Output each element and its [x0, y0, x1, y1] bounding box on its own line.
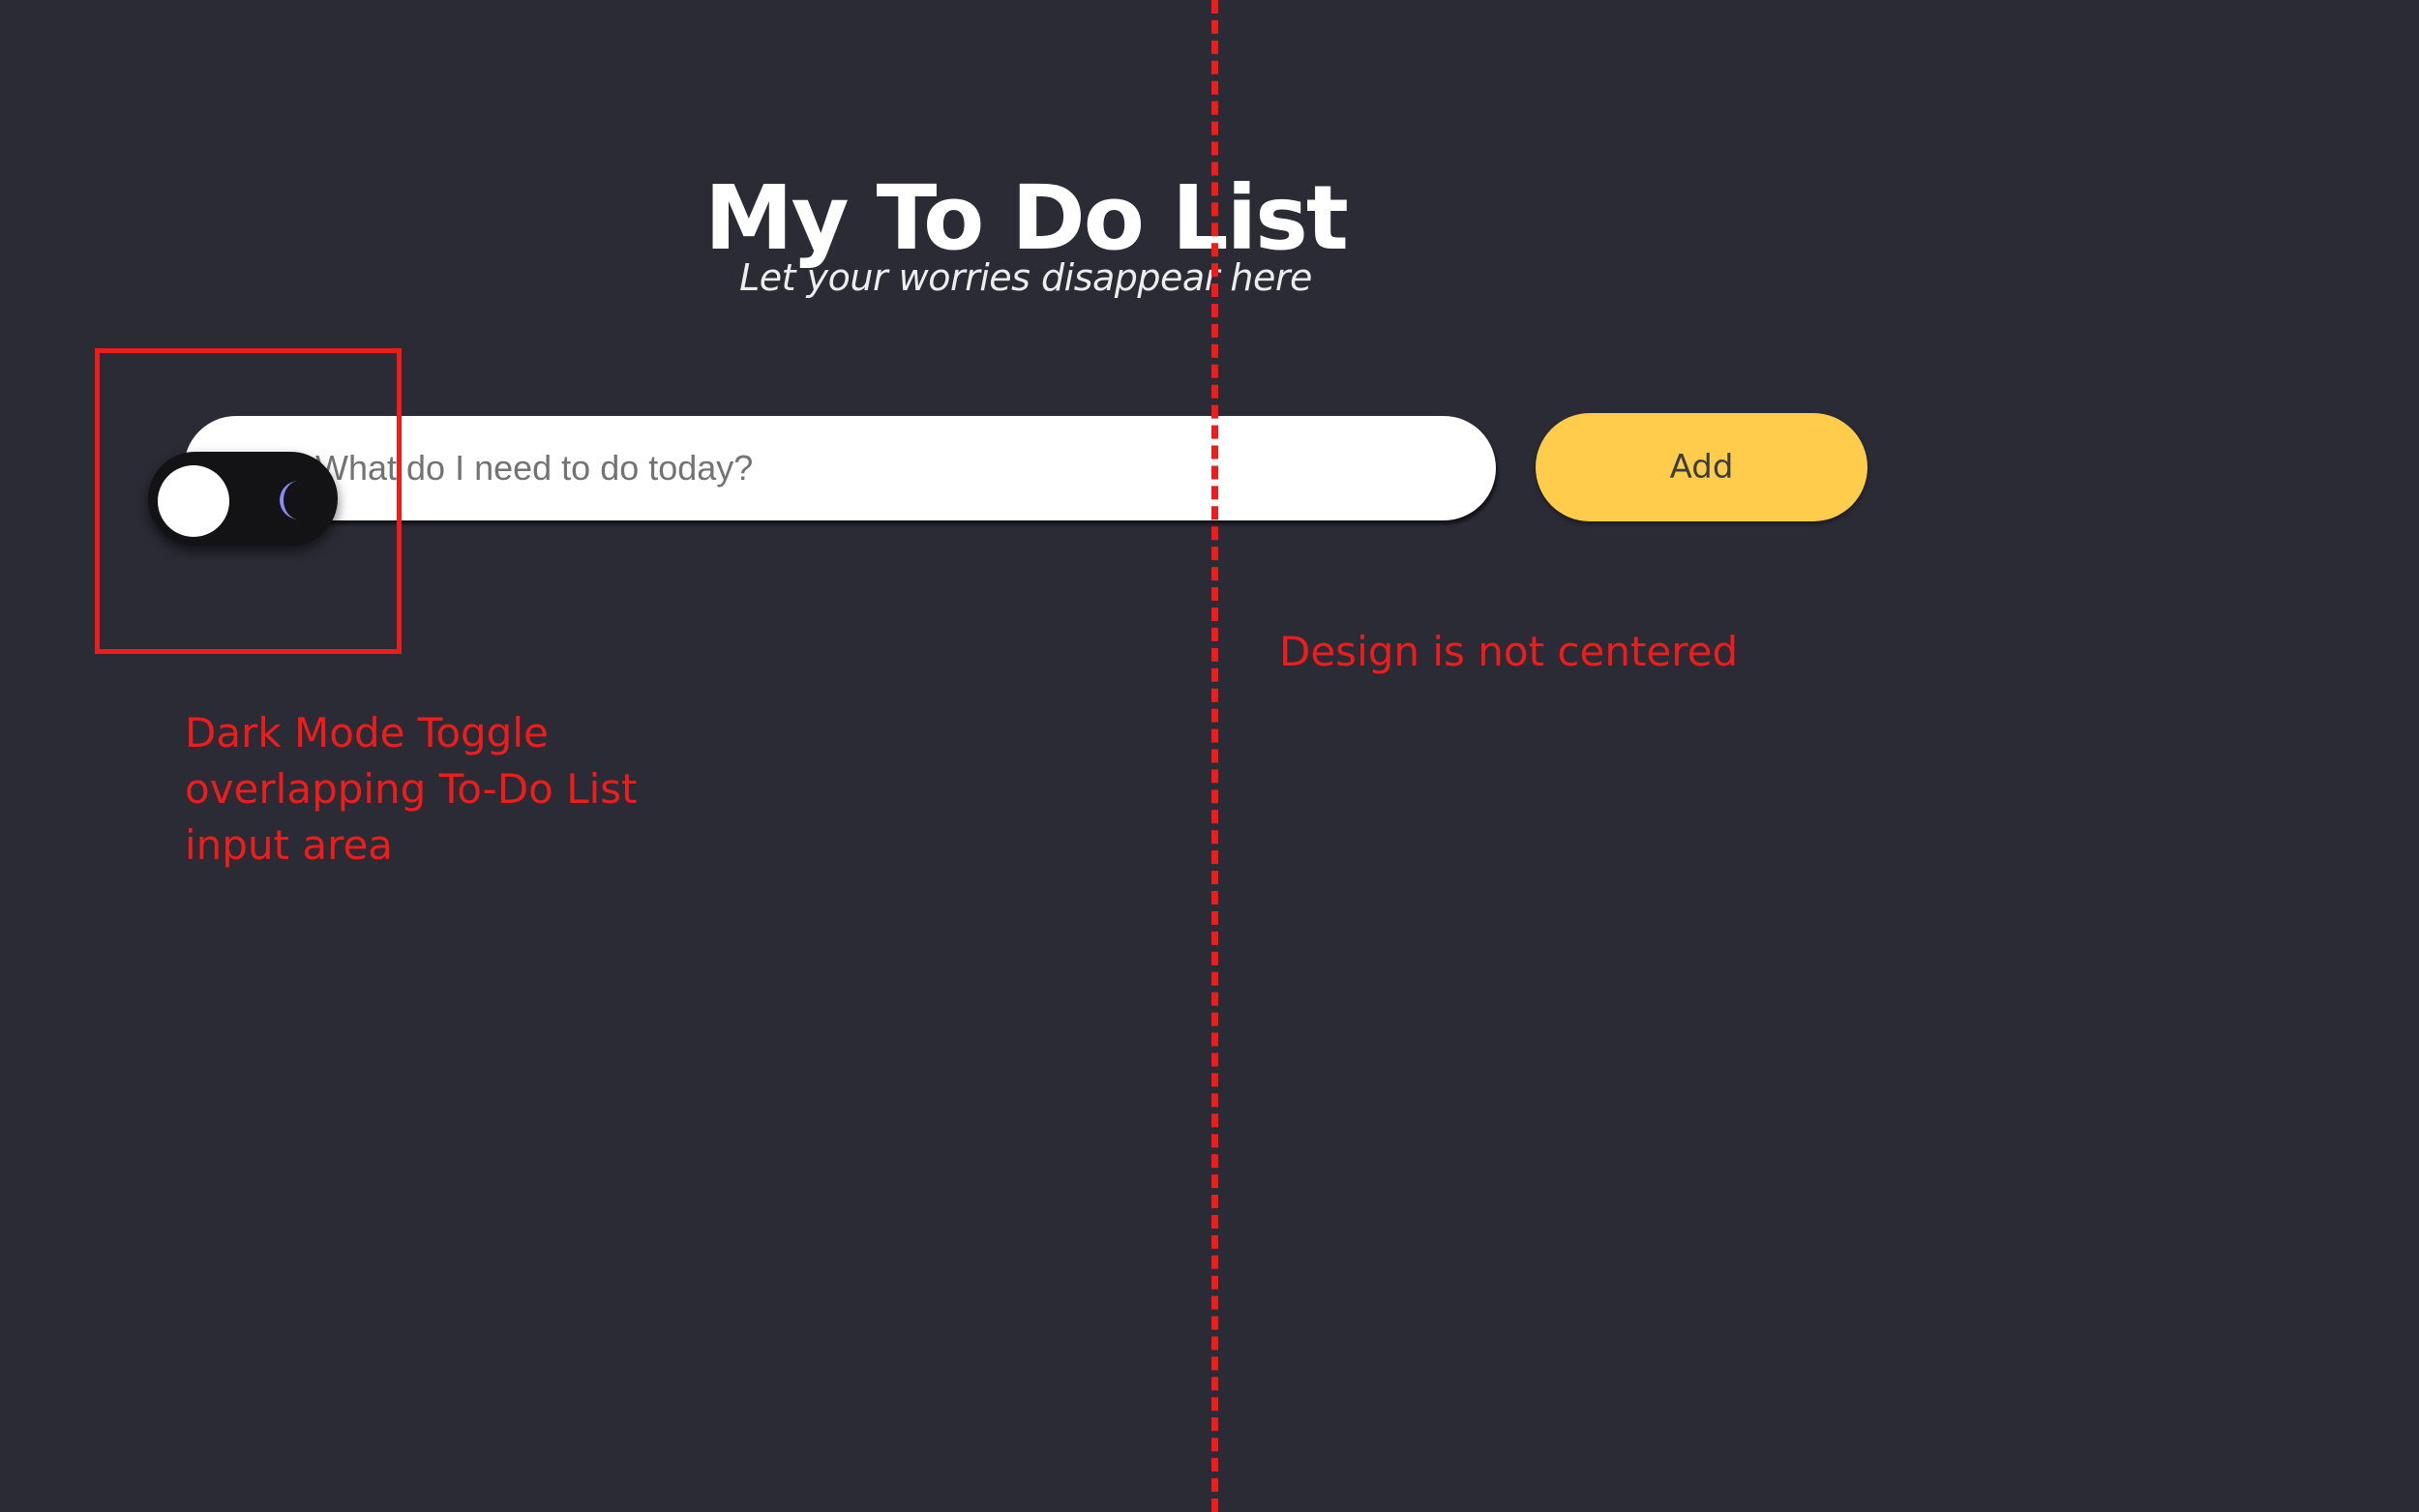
add-button[interactable]: Add: [1536, 413, 1867, 521]
page-subtitle: Let your worries disappear here: [739, 256, 1312, 299]
center-annotation: Design is not centered: [1279, 628, 1739, 675]
page-title: My To Do List: [704, 165, 1349, 270]
center-guide-line: [1211, 0, 1218, 1512]
toggle-highlight-box: [95, 348, 402, 654]
toggle-annotation: Dark Mode Toggle overlapping To-Do List …: [185, 709, 638, 869]
